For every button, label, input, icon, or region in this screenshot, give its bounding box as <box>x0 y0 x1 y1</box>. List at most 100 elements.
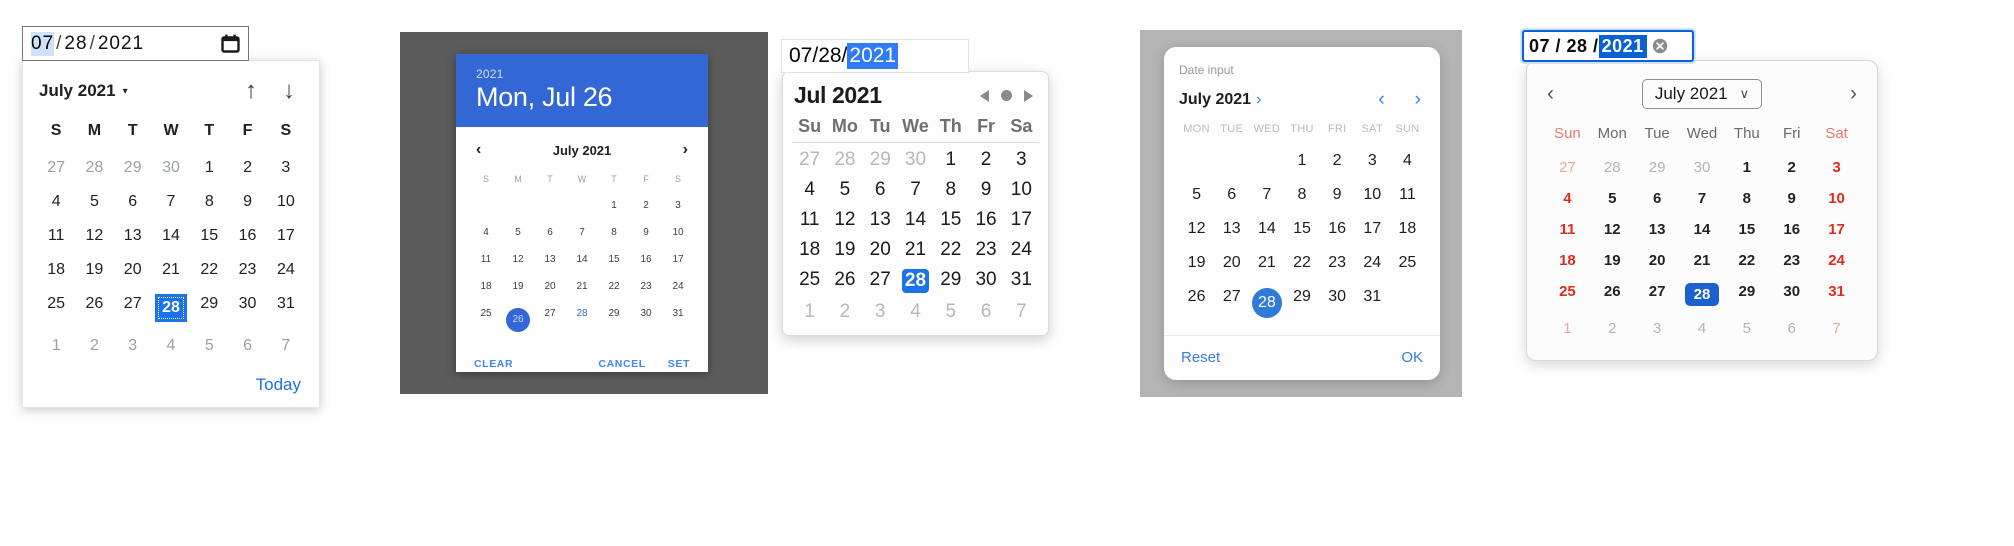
calendar-day[interactable]: 29 <box>190 287 228 329</box>
calendar-icon[interactable] <box>221 34 240 53</box>
calendar-day[interactable]: 5 <box>1724 313 1769 344</box>
calendar-day[interactable]: 24 <box>1355 246 1390 280</box>
calendar-day[interactable]: 10 <box>662 219 694 246</box>
calendar-day[interactable]: 11 <box>1545 214 1590 245</box>
calendar-day[interactable]: 5 <box>933 297 968 327</box>
selected-date-label[interactable]: Mon, Jul 26 <box>476 82 688 113</box>
calendar-day[interactable]: 30 <box>1320 280 1355 326</box>
ok-button[interactable]: OK <box>1401 349 1423 366</box>
calendar-day[interactable]: 19 <box>502 273 534 300</box>
clear-button[interactable]: CLEAR <box>474 358 513 370</box>
calendar-day[interactable]: 15 <box>1284 212 1319 246</box>
calendar-day[interactable]: 28 <box>827 145 862 175</box>
triangle-right-icon[interactable] <box>1024 89 1033 102</box>
calendar-day[interactable]: 27 <box>37 151 75 185</box>
calendar-day[interactable]: 28 <box>1590 152 1635 183</box>
calendar-day[interactable]: 31 <box>267 287 305 329</box>
date-text-prefix[interactable]: 07/28/ <box>789 44 847 68</box>
calendar-day[interactable]: 6 <box>114 185 152 219</box>
calendar-day[interactable]: 4 <box>1545 183 1590 214</box>
calendar-day[interactable]: 3 <box>267 151 305 185</box>
date-input-field[interactable]: 07 / 28 / 2021 <box>1522 30 1694 62</box>
chevron-down-icon[interactable]: ▾ <box>123 86 128 97</box>
calendar-day-selected[interactable]: 28 <box>1680 276 1725 313</box>
calendar-day[interactable]: 18 <box>1390 212 1425 246</box>
calendar-day[interactable]: 29 <box>1635 152 1680 183</box>
calendar-day[interactable]: 8 <box>933 175 968 205</box>
calendar-day-selected[interactable]: 26 <box>502 300 534 340</box>
calendar-day[interactable]: 30 <box>1680 152 1725 183</box>
calendar-day[interactable]: 9 <box>228 185 266 219</box>
calendar-day[interactable]: 21 <box>566 273 598 300</box>
calendar-day[interactable]: 1 <box>1724 152 1769 183</box>
calendar-day[interactable]: 15 <box>190 219 228 253</box>
calendar-day[interactable]: 1 <box>792 297 827 327</box>
calendar-day[interactable]: 6 <box>968 297 1003 327</box>
calendar-day[interactable]: 13 <box>1635 214 1680 245</box>
calendar-day[interactable]: 31 <box>1355 280 1390 326</box>
calendar-day[interactable]: 9 <box>630 219 662 246</box>
calendar-day[interactable]: 20 <box>1214 246 1249 280</box>
calendar-day[interactable]: 29 <box>933 265 968 297</box>
calendar-day[interactable]: 5 <box>1590 183 1635 214</box>
calendar-day[interactable]: 30 <box>630 300 662 340</box>
calendar-day[interactable]: 5 <box>502 219 534 246</box>
calendar-day[interactable]: 20 <box>1635 245 1680 276</box>
calendar-day[interactable]: 7 <box>1249 178 1284 212</box>
calendar-day[interactable]: 7 <box>1004 297 1039 327</box>
calendar-day[interactable]: 4 <box>898 297 933 327</box>
today-button[interactable]: Today <box>256 375 301 394</box>
calendar-day[interactable]: 23 <box>630 273 662 300</box>
calendar-day[interactable]: 4 <box>1390 144 1425 178</box>
calendar-day[interactable]: 17 <box>1004 205 1039 235</box>
next-month-arrow-down-icon[interactable]: ↓ <box>283 79 295 103</box>
calendar-day[interactable]: 3 <box>1004 145 1039 175</box>
calendar-day[interactable]: 26 <box>75 287 113 329</box>
calendar-day[interactable]: 12 <box>1179 212 1214 246</box>
calendar-day[interactable]: 1 <box>1284 144 1319 178</box>
calendar-day[interactable]: 11 <box>37 219 75 253</box>
calendar-day[interactable]: 9 <box>1320 178 1355 212</box>
calendar-day[interactable]: 22 <box>598 273 630 300</box>
calendar-day[interactable]: 27 <box>534 300 566 340</box>
calendar-day[interactable]: 19 <box>1590 245 1635 276</box>
calendar-day[interactable]: 4 <box>1680 313 1725 344</box>
calendar-day[interactable]: 13 <box>534 246 566 273</box>
calendar-day[interactable]: 8 <box>1724 183 1769 214</box>
calendar-day[interactable]: 22 <box>1724 245 1769 276</box>
prev-month-arrow-up-icon[interactable]: ↑ <box>245 79 257 103</box>
date-input-field[interactable]: 07/28/2021 <box>22 26 249 61</box>
calendar-day[interactable]: 21 <box>898 235 933 265</box>
calendar-day[interactable]: 23 <box>1769 245 1814 276</box>
calendar-day[interactable]: 15 <box>1724 214 1769 245</box>
calendar-day[interactable]: 24 <box>1814 245 1859 276</box>
calendar-day[interactable]: 23 <box>968 235 1003 265</box>
calendar-day[interactable]: 2 <box>1320 144 1355 178</box>
next-month-chevron-icon[interactable]: › <box>683 141 688 159</box>
calendar-day[interactable]: 25 <box>470 300 502 340</box>
calendar-day[interactable]: 27 <box>863 265 898 297</box>
calendar-day[interactable]: 6 <box>228 329 266 363</box>
calendar-day[interactable]: 11 <box>792 205 827 235</box>
calendar-day[interactable]: 5 <box>190 329 228 363</box>
reset-button[interactable]: Reset <box>1181 349 1220 366</box>
calendar-day[interactable]: 13 <box>1214 212 1249 246</box>
calendar-day[interactable]: 3 <box>662 192 694 219</box>
calendar-day[interactable]: 15 <box>598 246 630 273</box>
calendar-day[interactable]: 28 <box>566 300 598 340</box>
calendar-day[interactable]: 14 <box>566 246 598 273</box>
calendar-day-selected[interactable]: 28 <box>1249 280 1284 326</box>
calendar-day[interactable]: 18 <box>1545 245 1590 276</box>
calendar-day[interactable]: 1 <box>190 151 228 185</box>
calendar-day[interactable]: 24 <box>1004 235 1039 265</box>
calendar-day[interactable]: 17 <box>662 246 694 273</box>
calendar-day[interactable]: 2 <box>630 192 662 219</box>
calendar-day[interactable]: 20 <box>114 253 152 287</box>
calendar-day[interactable]: 3 <box>1814 152 1859 183</box>
calendar-day[interactable]: 30 <box>1769 276 1814 313</box>
calendar-day[interactable]: 1 <box>933 145 968 175</box>
calendar-day[interactable]: 30 <box>228 287 266 329</box>
calendar-day[interactable]: 16 <box>968 205 1003 235</box>
selected-year-label[interactable]: 2021 <box>476 67 688 81</box>
calendar-day[interactable]: 16 <box>630 246 662 273</box>
